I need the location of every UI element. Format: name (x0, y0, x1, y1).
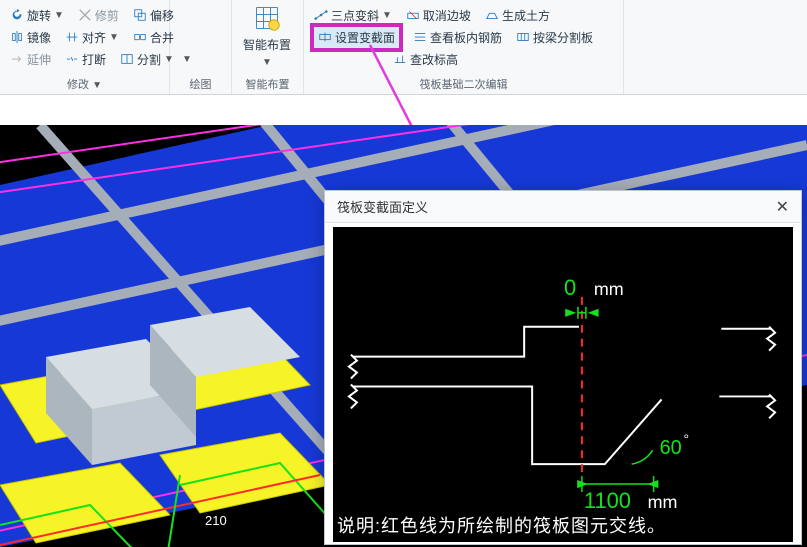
axis-label-210: 210 (205, 513, 227, 528)
cancel-slope-button[interactable]: 取消边坡 (402, 6, 475, 25)
dim-offset-unit: mm (594, 279, 624, 299)
rebar-icon (413, 30, 427, 44)
three-point-label: 三点变斜 (331, 7, 379, 24)
ribbon: 旋转 ▼ 修剪 偏移 镜像 对齐 ▼ (0, 0, 807, 95)
group-title-raft: 筏板基础二次编辑 (304, 76, 623, 92)
cancel-slope-icon (406, 8, 420, 22)
set-section-label: 设置变截面 (335, 29, 395, 46)
trim-button[interactable]: 修剪 (74, 6, 123, 25)
dialog-titlebar[interactable]: 筏板变截面定义 ✕ (325, 191, 801, 223)
split-by-beam-label: 按梁分割板 (533, 29, 593, 46)
dajuan-button[interactable]: 打断 (61, 50, 110, 69)
check-elev-label: 查改标高 (410, 51, 458, 68)
dim-angle-value: 60 (660, 437, 682, 459)
merge-icon (133, 30, 147, 44)
view-rebar-label: 查看板内钢筋 (430, 29, 502, 46)
align-button[interactable]: 对齐 ▼ (61, 28, 123, 47)
break-icon (65, 52, 79, 66)
rotate-icon (10, 8, 24, 22)
ribbon-group-modify: 旋转 ▼ 修剪 偏移 镜像 对齐 ▼ (0, 0, 170, 94)
view-rebar-button[interactable]: 查看板内钢筋 (409, 28, 506, 47)
close-icon[interactable]: ✕ (772, 197, 793, 217)
trim-label: 修剪 (95, 7, 119, 24)
ribbon-group-smart: 智能布置 ▼ 智能布置 (232, 0, 304, 94)
align-icon (65, 30, 79, 44)
dropdown-icon: ▼ (54, 10, 64, 21)
section-definition-dialog: 筏板变截面定义 ✕ (324, 190, 802, 545)
extend-icon (10, 52, 24, 66)
dim-angle-unit: ° (683, 431, 689, 447)
check-elev-button[interactable]: 查改标高 (389, 50, 462, 69)
mirror-label: 镜像 (27, 29, 51, 46)
split-icon (120, 52, 134, 66)
dajuan-label: 打断 (82, 51, 106, 68)
dialog-caption: 说明:红色线为所绘制的筏板图元交线。 (333, 508, 793, 542)
split-button[interactable]: 分割 ▼ (116, 50, 178, 69)
set-section-icon (318, 30, 332, 44)
rotate-label: 旋转 (27, 7, 51, 24)
cancel-slope-label: 取消边坡 (423, 7, 471, 24)
smart-placement-label: 智能布置 (243, 36, 291, 53)
gen-earth-button[interactable]: 生成土方 (481, 6, 554, 25)
dropdown-icon: ▼ (109, 32, 119, 43)
group-title-smart: 智能布置 (232, 76, 303, 92)
rotate-button[interactable]: 旋转 ▼ (6, 6, 68, 25)
align-label: 对齐 (82, 29, 106, 46)
ribbon-group-draw: ▼ 绘图 (170, 0, 232, 94)
dialog-diagram: 0 mm 1100 mm 60 ° (333, 227, 793, 536)
dim-offset-value: 0 (564, 275, 576, 300)
three-point-icon (314, 8, 328, 22)
offset-icon (133, 8, 147, 22)
smart-placement-icon (253, 4, 281, 32)
split-label: 分割 (137, 51, 161, 68)
dropdown-icon: ▼ (382, 10, 392, 21)
group-title-modify: 修改 ▼ (0, 76, 169, 92)
split-by-beam-icon (516, 30, 530, 44)
extend-button[interactable]: 延伸 (6, 50, 55, 69)
group-title-draw: 绘图 (170, 76, 231, 92)
smart-placement-button[interactable]: 智能布置 ▼ (238, 4, 296, 68)
trim-icon (78, 8, 92, 22)
extend-label: 延伸 (27, 51, 51, 68)
dialog-title: 筏板变截面定义 (337, 197, 428, 216)
mirror-button[interactable]: 镜像 (6, 28, 55, 47)
split-by-beam-button[interactable]: 按梁分割板 (512, 28, 597, 47)
gen-earth-label: 生成土方 (502, 7, 550, 24)
ribbon-group-raft: 三点变斜 ▼ 取消边坡 生成土方 设置变截面 查看板内钢筋 (304, 0, 624, 94)
check-elev-icon (393, 52, 407, 66)
gen-earth-icon (485, 8, 499, 22)
dropdown-icon[interactable]: ▼ (182, 54, 192, 65)
mirror-icon (10, 30, 24, 44)
